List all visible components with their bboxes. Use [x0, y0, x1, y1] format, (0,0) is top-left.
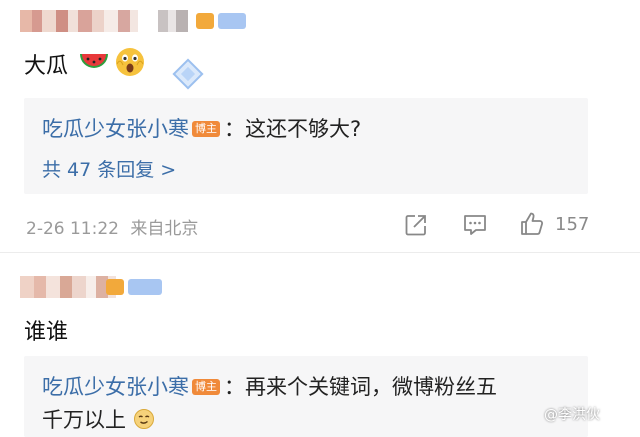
comment-icon[interactable]: [462, 212, 488, 238]
reply-author-link[interactable]: 吃瓜少女张小寒: [42, 117, 189, 141]
like-icon[interactable]: [518, 210, 546, 238]
reply-text: ：再来个关键词，微博粉丝五: [224, 375, 497, 399]
more-replies-link[interactable]: 共 47 条回复 >: [42, 155, 176, 182]
timestamp: 2-26 11:22: [26, 219, 119, 239]
comment-text: 大瓜: [24, 54, 69, 79]
share-icon[interactable]: [403, 212, 429, 238]
member-badge: [218, 13, 246, 29]
user-level-badge: [196, 13, 214, 29]
comment-meta: 2-26 11:22 来自北京: [26, 214, 198, 239]
host-badge: 博主: [192, 121, 220, 137]
watermark: @李洪伙: [544, 407, 600, 423]
location: 来自北京: [130, 219, 199, 239]
reply-line: 吃瓜少女张小寒 博主 ：再来个关键词，微博粉丝五: [42, 371, 497, 401]
member-badge: [128, 279, 162, 295]
reply-line: 吃瓜少女张小寒 博主 ：这还不够大?: [42, 113, 361, 143]
smug-face-emoji-icon: [134, 409, 155, 429]
reply-line-2: 千万以上: [42, 404, 155, 434]
reply-text-continued: 千万以上: [42, 408, 126, 432]
reply-text: ：这还不够大?: [224, 117, 362, 141]
diamond-sticker-icon: [172, 58, 204, 90]
user-level-badge: [106, 279, 124, 295]
comment-text: 谁谁: [24, 320, 69, 345]
host-badge: 博主: [192, 379, 220, 395]
username-mosaic[interactable]: [20, 276, 116, 298]
watermelon-emoji-icon: [80, 54, 108, 68]
username-mosaic[interactable]: [20, 10, 188, 32]
like-count: 157: [555, 214, 590, 235]
reply-author-link[interactable]: 吃瓜少女张小寒: [42, 375, 189, 399]
shocked-face-emoji-icon: [116, 48, 144, 76]
comment-divider: [0, 252, 640, 253]
